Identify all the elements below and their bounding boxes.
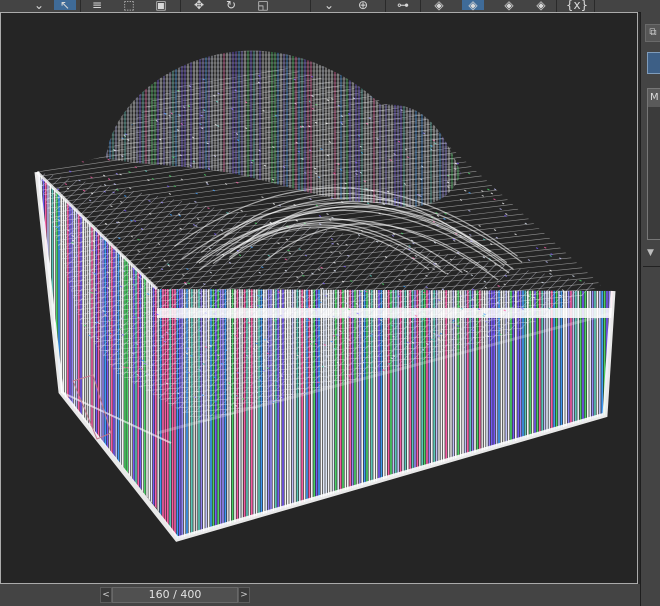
modifier-list[interactable]: M (647, 88, 660, 240)
select-and-scale-tool[interactable]: ◱ (252, 0, 274, 11)
spinner-snap-toggle[interactable]: ◈ (530, 0, 552, 11)
dome-mesh (106, 50, 461, 207)
time-slider-bar: < 160 / 400 > (0, 584, 640, 606)
select-object-tool[interactable]: ↖ (54, 0, 76, 11)
toolbar-separator (420, 0, 421, 12)
percent-snap-toggle[interactable]: ◈ (498, 0, 520, 11)
scroll-down-icon[interactable]: ▼ (647, 248, 654, 258)
toolbar-separator (310, 0, 311, 12)
toolbar-separator (556, 0, 557, 12)
toolbar-separator (594, 0, 595, 12)
wireframe-terrain-model (34, 50, 616, 542)
use-pivot-center-tool[interactable]: ⊕ (352, 0, 374, 11)
rectangular-selection-tool[interactable]: ⬚ (118, 0, 140, 11)
perspective-viewport[interactable] (0, 12, 638, 584)
angle-snap-toggle[interactable]: ◈ (462, 0, 484, 11)
snap-toggle[interactable]: ◈ (428, 0, 450, 11)
modify-panel-icon[interactable]: ⧉ (645, 24, 660, 42)
time-slider-frame-label[interactable]: 160 / 400 (113, 587, 237, 603)
panel-divider (643, 266, 660, 267)
reference-coordinate-dropdown[interactable]: ⌄ (318, 0, 340, 11)
modifier-list-header: M (648, 89, 660, 107)
front-face (157, 289, 613, 539)
command-panel-tab[interactable] (647, 52, 660, 74)
command-panel: ⧉ M ▼ (640, 12, 660, 606)
select-by-name-tool[interactable]: ≡ (86, 0, 108, 11)
select-and-link-tool[interactable]: ⊶ (392, 0, 414, 11)
time-slider-next-button[interactable]: > (238, 587, 250, 603)
named-selection-sets-button[interactable]: {x} (566, 0, 588, 11)
window-crossing-toggle[interactable]: ▣ (150, 0, 172, 11)
toolbar-separator (180, 0, 181, 12)
select-filter-dropdown[interactable]: ⌄ (28, 0, 50, 11)
time-slider-prev-button[interactable]: < (100, 587, 112, 603)
toolbar-separator (385, 0, 386, 12)
select-and-move-tool[interactable]: ✥ (188, 0, 210, 11)
toolbar-separator (80, 0, 81, 12)
select-and-rotate-tool[interactable]: ↻ (220, 0, 242, 11)
